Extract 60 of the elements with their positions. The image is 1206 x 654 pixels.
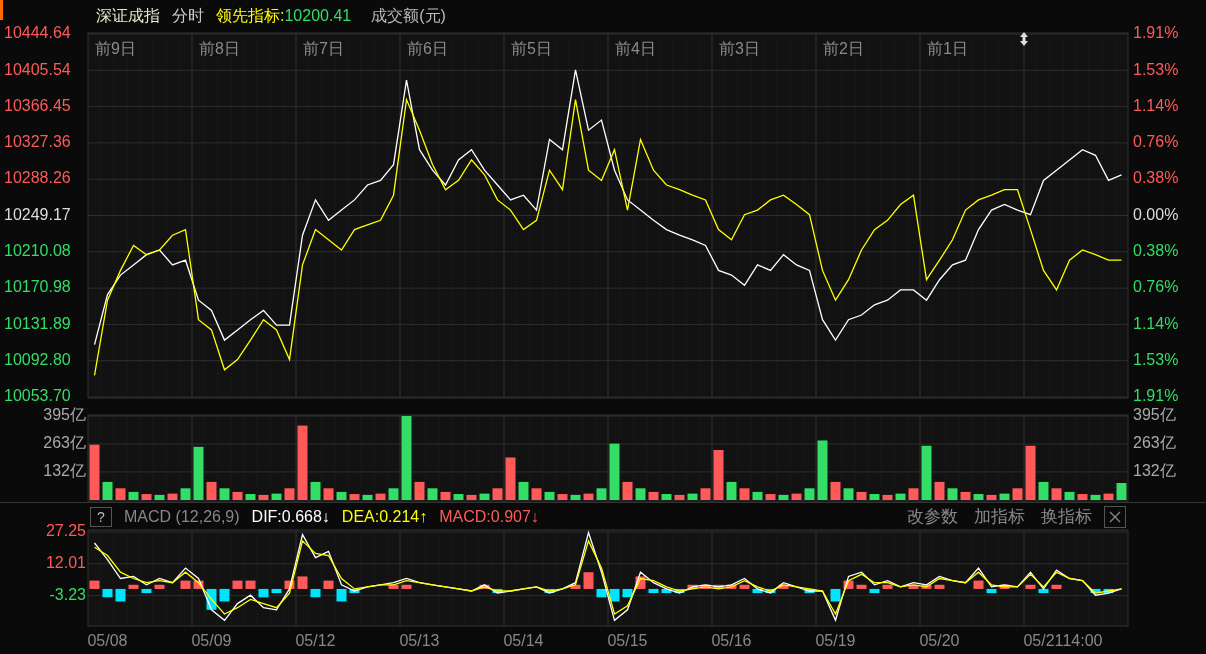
indicator-value: 10200.41: [284, 6, 352, 26]
day-label: 前8日: [199, 40, 240, 58]
day-label: 前2日: [823, 40, 864, 58]
volume-axis-label: 395亿: [43, 406, 86, 424]
macd-axis-label: -3.23: [49, 585, 86, 603]
percent-label: 1.53%: [1133, 60, 1179, 78]
indicator-name: MACD (12,26,9): [124, 506, 240, 527]
indicator-readout: DEA:0.214↑: [341, 506, 428, 527]
indicator-readout: DIF:0.668↓: [251, 506, 330, 527]
percent-label: 0.00%: [1133, 205, 1179, 223]
volume-axis-label: 132亿: [43, 462, 86, 480]
day-label: 前5日: [511, 40, 552, 58]
date-label: 05/21: [1023, 632, 1064, 650]
volume-axis-label: 263亿: [43, 434, 86, 452]
day-label: 前3日: [719, 40, 760, 58]
percent-label: 1.14%: [1133, 314, 1179, 332]
date-label: 05/14: [503, 632, 544, 650]
date-label: 05/09: [191, 632, 232, 650]
index-name: 深证成指: [96, 6, 160, 26]
volume-axis-label: 395亿: [1133, 406, 1176, 424]
percent-label: 0.76%: [1133, 133, 1179, 151]
chart-mode: 分时: [172, 6, 204, 26]
macd-axis-label: 12.01: [45, 554, 86, 572]
indicator-label: 领先指标:: [216, 6, 285, 26]
price-label: 10288.26: [4, 169, 71, 187]
day-label: 前7日: [303, 40, 344, 58]
volume-label: 成交额(元): [371, 6, 446, 26]
percent-label: 1.91%: [1133, 24, 1179, 42]
day-label: 前4日: [615, 40, 656, 58]
percent-label: 0.76%: [1133, 278, 1179, 296]
day-label: 前6日: [407, 40, 448, 58]
indicator-readout: MACD:0.907↓: [439, 506, 539, 527]
price-label: 10092.80: [4, 350, 71, 368]
date-label: 05/19: [815, 632, 856, 650]
price-label: 10131.89: [4, 314, 71, 332]
price-label: 10249.17: [4, 205, 71, 223]
date-label: 14:00: [1062, 632, 1103, 650]
price-label: 10210.08: [4, 242, 71, 260]
percent-label: 1.91%: [1133, 387, 1179, 405]
date-label: 05/20: [919, 632, 960, 650]
percent-label: 1.14%: [1133, 96, 1179, 114]
date-label: 05/12: [295, 632, 336, 650]
price-label: 10053.70: [4, 387, 71, 405]
date-label: 05/16: [711, 632, 752, 650]
percent-label: 0.38%: [1133, 242, 1179, 260]
date-label: 05/13: [399, 632, 440, 650]
price-label: 10366.45: [4, 96, 71, 114]
price-label: 10405.54: [4, 60, 71, 78]
volume-axis-label: 132亿: [1133, 462, 1176, 480]
price-label: 10170.98: [4, 278, 71, 296]
day-label: 前1日: [927, 40, 968, 58]
percent-label: 1.53%: [1133, 350, 1179, 368]
price-label: 10327.36: [4, 133, 71, 151]
day-label: 前9日: [95, 40, 136, 58]
date-label: 05/15: [607, 632, 648, 650]
macd-axis-label: 27.25: [45, 522, 86, 540]
volume-axis-label: 263亿: [1133, 434, 1176, 452]
date-label: 05/08: [87, 632, 128, 650]
price-label: 10444.64: [4, 24, 71, 42]
percent-label: 0.38%: [1133, 169, 1179, 187]
